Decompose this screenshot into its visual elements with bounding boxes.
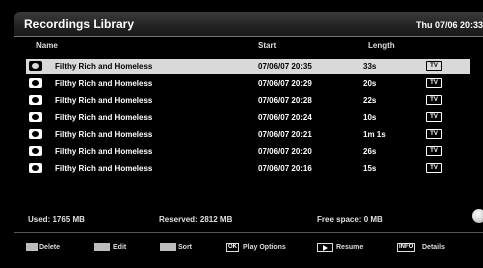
recording-name: Filthy Rich and Homeless xyxy=(55,62,153,71)
recording-start: 07/06/07 20:21 xyxy=(258,130,312,139)
recording-start: 07/06/07 20:28 xyxy=(258,96,312,105)
recording-row[interactable]: Filthy Rich and Homeless 07/06/07 20:35 … xyxy=(26,59,470,74)
recording-start: 07/06/07 20:20 xyxy=(258,147,312,156)
resume-label: Resume xyxy=(336,244,364,251)
recording-length: 33s xyxy=(363,62,377,71)
recording-icon xyxy=(29,78,42,88)
recording-name: Filthy Rich and Homeless xyxy=(55,96,153,105)
recording-icon xyxy=(29,61,42,71)
recording-row[interactable]: Filthy Rich and Homeless 07/06/07 20:20 … xyxy=(26,144,470,159)
delete-label: Delete xyxy=(39,244,61,251)
ok-key-icon: OK xyxy=(226,243,239,252)
column-header-name: Name xyxy=(36,41,58,50)
free-space: Free space: 0 MB xyxy=(317,215,383,224)
recordings-library-screen: Recordings Library Thu 07/06 20:33 Name … xyxy=(14,12,483,260)
recording-start: 07/06/07 20:29 xyxy=(258,79,312,88)
divider xyxy=(14,36,483,37)
used-space: Used: 1765 MB xyxy=(28,215,85,224)
tv-icon: TV xyxy=(426,146,442,156)
recordings-list: Filthy Rich and Homeless 07/06/07 20:35 … xyxy=(26,59,470,178)
recording-icon xyxy=(29,112,42,122)
footer-divider xyxy=(14,232,483,233)
recording-icon xyxy=(29,163,42,173)
page-title: Recordings Library xyxy=(24,17,135,31)
sort-label: Sort xyxy=(178,244,192,251)
reserved-space: Reserved: 2812 MB xyxy=(159,215,233,224)
recording-row[interactable]: Filthy Rich and Homeless 07/06/07 20:21 … xyxy=(26,127,470,142)
info-key-icon: INFO xyxy=(397,243,416,252)
recording-name: Filthy Rich and Homeless xyxy=(55,113,153,122)
recording-name: Filthy Rich and Homeless xyxy=(55,79,153,88)
edit-label: Edit xyxy=(113,244,127,251)
recording-name: Filthy Rich and Homeless xyxy=(55,147,153,156)
yellow-key-icon xyxy=(160,243,176,251)
play-options-label: Play Options xyxy=(243,244,286,251)
recording-icon xyxy=(29,95,42,105)
tv-icon: TV xyxy=(426,95,442,105)
recording-length: 26s xyxy=(363,147,377,156)
column-header-length: Length xyxy=(368,41,395,50)
recording-row[interactable]: Filthy Rich and Homeless 07/06/07 20:24 … xyxy=(26,110,470,125)
tv-icon: TV xyxy=(426,163,442,173)
recording-row[interactable]: Filthy Rich and Homeless 07/06/07 20:16 … xyxy=(26,161,470,176)
recording-name: Filthy Rich and Homeless xyxy=(55,164,153,173)
recording-icon xyxy=(29,146,42,156)
recording-row[interactable]: Filthy Rich and Homeless 07/06/07 20:28 … xyxy=(26,93,470,108)
tv-icon: TV xyxy=(426,112,442,122)
column-header-start: Start xyxy=(258,41,277,50)
recording-start: 07/06/07 20:24 xyxy=(258,113,312,122)
recording-start: 07/06/07 20:35 xyxy=(258,62,312,71)
tv-icon: TV xyxy=(426,78,442,88)
header-bar: Recordings Library Thu 07/06 20:33 xyxy=(14,12,483,36)
clock: Thu 07/06 20:33 xyxy=(415,20,483,30)
tv-icon: TV xyxy=(426,129,442,139)
green-key-icon xyxy=(94,243,110,251)
recording-icon xyxy=(29,129,42,139)
recording-length: 22s xyxy=(363,96,377,105)
busy-indicator-icon xyxy=(472,209,483,223)
recording-length: 10s xyxy=(363,113,377,122)
details-label: Details xyxy=(422,244,445,251)
recording-start: 07/06/07 20:16 xyxy=(258,164,312,173)
recording-name: Filthy Rich and Homeless xyxy=(55,130,153,139)
play-icon xyxy=(317,243,333,252)
recording-length: 20s xyxy=(363,79,377,88)
tv-icon: TV xyxy=(426,61,442,71)
recording-length: 15s xyxy=(363,164,377,173)
recording-row[interactable]: Filthy Rich and Homeless 07/06/07 20:29 … xyxy=(26,76,470,91)
recording-length: 1m 1s xyxy=(363,130,386,139)
red-key-icon xyxy=(26,243,38,251)
